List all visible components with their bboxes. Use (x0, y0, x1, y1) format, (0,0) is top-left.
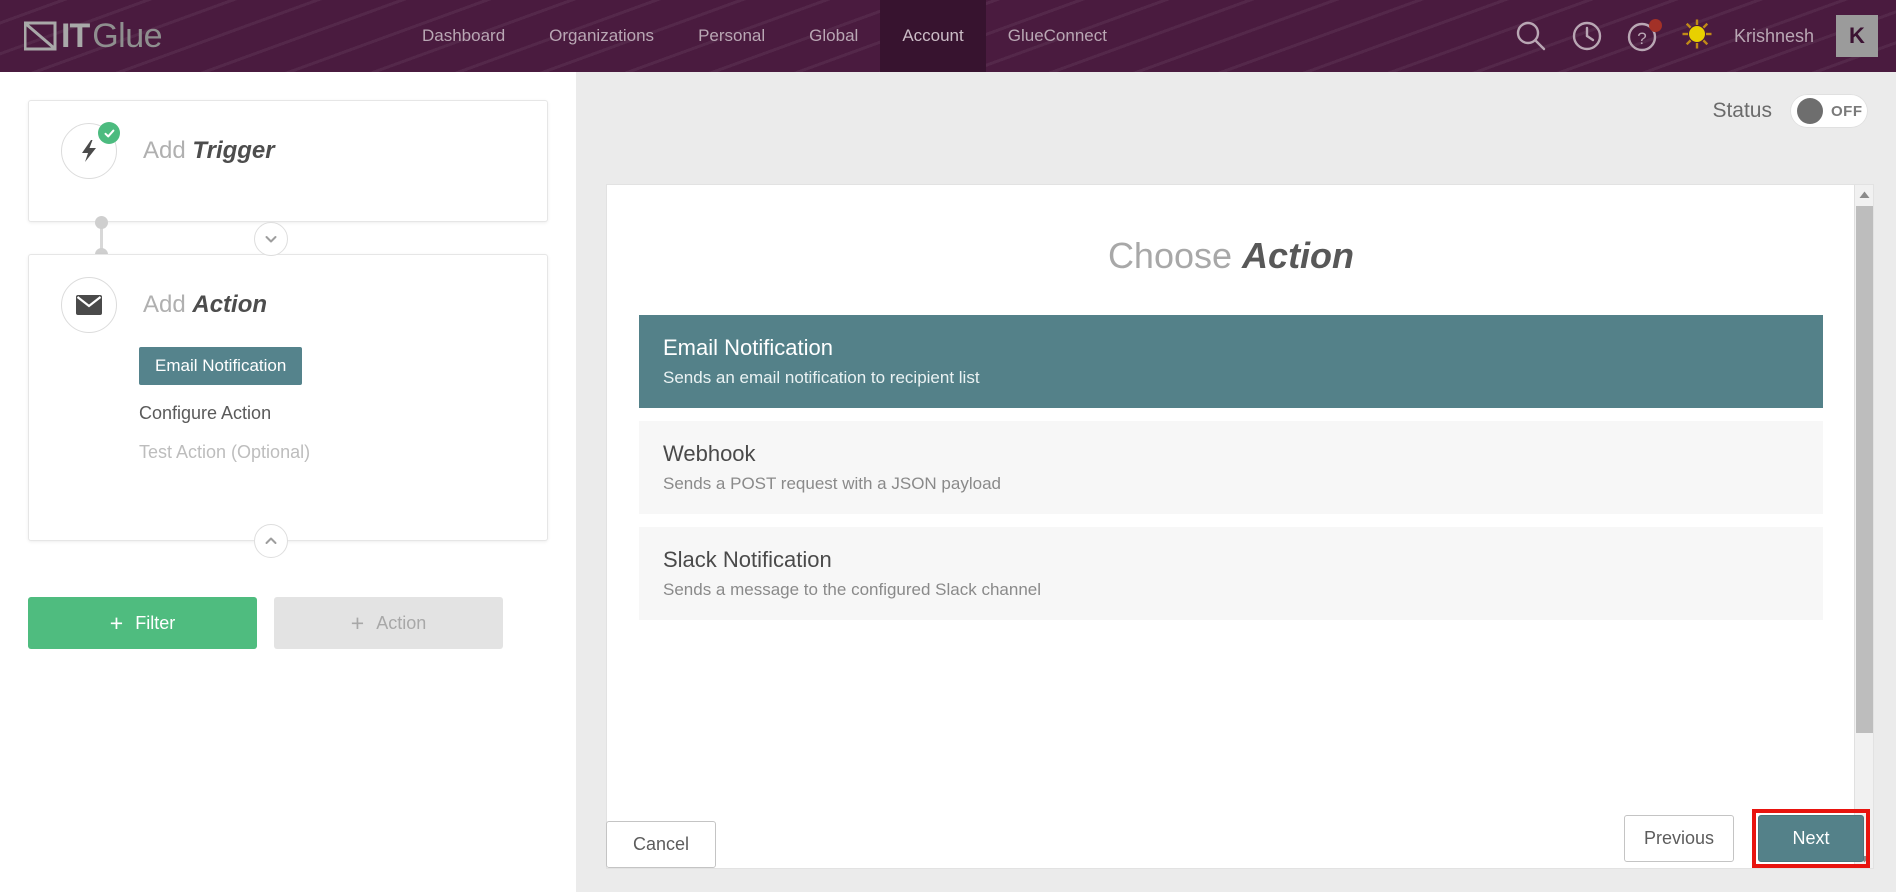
sun-avatar-icon[interactable] (1682, 19, 1712, 54)
logo-text-it: IT (61, 17, 90, 55)
option-email-notification[interactable]: Email Notification Sends an email notifi… (639, 315, 1823, 408)
status-toggle-group: Status OFF (1712, 94, 1868, 128)
next-button[interactable]: Next (1758, 815, 1864, 862)
previous-button[interactable]: Previous (1624, 815, 1734, 862)
option-title: Email Notification (663, 335, 833, 360)
option-title: Slack Notification (663, 547, 832, 572)
nav-item-dashboard[interactable]: Dashboard (400, 0, 527, 72)
status-toggle-value: OFF (1831, 102, 1863, 120)
option-description: Sends a message to the configured Slack … (663, 580, 1042, 599)
workflow-builder-panel: Add Trigger Add Action Email Notificatio… (0, 72, 576, 892)
toggle-knob (1797, 98, 1823, 124)
action-wizard-area: Status OFF Choose Action Email Notificat… (576, 72, 1896, 892)
help-notification-badge (1648, 19, 1662, 32)
nav-item-personal[interactable]: Personal (676, 0, 787, 72)
add-action-button[interactable]: + Action (274, 597, 503, 649)
header-actions: ? Krishnesh K (1514, 0, 1878, 72)
action-step-test-action[interactable]: Test Action (Optional) (139, 442, 547, 463)
action-title-main: Action (192, 291, 268, 318)
trigger-title-main: Trigger (192, 137, 275, 164)
option-description: Sends a POST request with a JSON payload (663, 474, 1001, 493)
nav-item-account[interactable]: Account (880, 0, 986, 72)
chevron-down-icon[interactable] (254, 222, 288, 256)
action-step-configure-action[interactable]: Configure Action (139, 403, 547, 424)
option-webhook[interactable]: Webhook Sends a POST request with a JSON… (639, 421, 1823, 514)
status-toggle[interactable]: OFF (1790, 94, 1868, 128)
help-icon[interactable]: ? (1626, 19, 1662, 53)
plus-icon: + (350, 609, 365, 636)
page-title: Choose Action (639, 235, 1823, 277)
main-navigation: Dashboard Organizations Personal Global … (400, 0, 1129, 72)
add-filter-button[interactable]: + Filter (28, 597, 257, 649)
trigger-card-title: Add Trigger (143, 137, 275, 165)
add-trigger-card[interactable]: Add Trigger (28, 100, 548, 222)
trigger-title-prefix: Add (143, 137, 186, 164)
footer-right-actions: Previous Next (1624, 809, 1870, 868)
option-title: Webhook (663, 441, 756, 466)
cancel-button[interactable]: Cancel (606, 821, 716, 868)
logo-text-glue: Glue (92, 17, 163, 55)
svg-text:?: ? (1637, 29, 1646, 48)
action-step-email-notification[interactable]: Email Notification (139, 347, 303, 385)
trigger-card-row: Add Trigger (29, 101, 547, 179)
action-card-title: Add Action (143, 291, 267, 319)
flow-connector-dot-top (95, 216, 108, 229)
next-button-highlight: Next (1752, 809, 1870, 868)
nav-item-glueconnect[interactable]: GlueConnect (986, 0, 1129, 72)
status-label: Status (1712, 99, 1772, 122)
choose-action-content: Choose Action Email Notification Sends a… (607, 185, 1855, 868)
add-filter-button-label: Filter (135, 612, 176, 633)
lightning-bolt-icon (61, 122, 120, 179)
trigger-complete-check-icon (98, 122, 120, 144)
plus-icon: + (109, 609, 124, 636)
envelope-icon (61, 277, 117, 333)
chevron-up-icon[interactable] (254, 524, 288, 558)
page-title-main: Action (1242, 235, 1355, 276)
scroll-up-arrow-icon[interactable] (1855, 185, 1874, 204)
clock-history-icon[interactable] (1570, 19, 1604, 53)
option-slack-notification[interactable]: Slack Notification Sends a message to th… (639, 527, 1823, 620)
action-title-prefix: Add (143, 291, 186, 318)
add-step-buttons: + Filter + Action (28, 597, 503, 649)
vertical-scrollbar[interactable] (1854, 185, 1873, 868)
nav-item-organizations[interactable]: Organizations (527, 0, 676, 72)
add-action-button-label: Action (376, 612, 427, 633)
nav-item-global[interactable]: Global (787, 0, 880, 72)
user-initial-badge[interactable]: K (1836, 15, 1878, 57)
itglue-logo[interactable]: IT Glue (24, 14, 163, 58)
page-title-prefix: Choose (1107, 235, 1233, 276)
action-step-list: Email Notification Configure Action Test… (29, 333, 547, 463)
username-label[interactable]: Krishnesh (1734, 26, 1814, 47)
itglue-logo-mark-icon (24, 19, 58, 53)
choose-action-card: Choose Action Email Notification Sends a… (606, 184, 1874, 869)
search-icon[interactable] (1514, 19, 1548, 53)
top-header-bar: IT Glue Dashboard Organizations Personal… (0, 0, 1896, 72)
scrollbar-thumb[interactable] (1856, 206, 1873, 733)
option-description: Sends an email notification to recipient… (663, 368, 980, 387)
add-action-card[interactable]: Add Action Email Notification Configure … (28, 254, 548, 541)
footer-left-actions: Cancel (606, 821, 716, 868)
action-card-row: Add Action (29, 255, 547, 333)
